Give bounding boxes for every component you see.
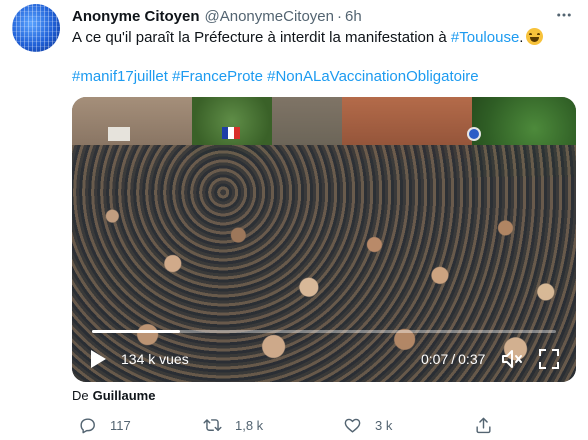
separator-dot: · <box>336 7 342 25</box>
video-time: 0:07/0:37 <box>421 351 485 367</box>
retweet-count: 1,8 k <box>235 418 264 433</box>
hashtag-link[interactable]: #NonALaVaccinationObligatoire <box>267 68 479 85</box>
french-flag <box>222 127 240 139</box>
share-button[interactable] <box>474 416 493 435</box>
hashtag-link[interactable]: #manif17juillet <box>72 68 168 85</box>
video-frame <box>72 97 576 382</box>
avatar[interactable] <box>12 4 60 52</box>
tweet-header: Anonyme Citoyen @AnonymeCitoyen · 6h <box>72 6 362 26</box>
play-icon <box>91 350 106 368</box>
reply-count: 117 <box>110 418 131 433</box>
more-icon <box>557 13 571 17</box>
tweet-text-end: . <box>519 29 524 46</box>
video-progress-fill <box>92 330 181 333</box>
attribution-source-link[interactable]: Guillaume <box>93 388 156 403</box>
hashtag-line: #manif17juillet #FranceProte #NonALaVacc… <box>72 67 479 87</box>
hashtag-link[interactable]: #FranceProte <box>172 68 263 85</box>
volume-button[interactable] <box>500 347 524 371</box>
current-time: 0:07 <box>421 351 449 367</box>
fullscreen-icon <box>539 349 559 369</box>
time-separator: / <box>451 351 456 367</box>
attribution-label: De <box>72 388 89 403</box>
play-button[interactable] <box>88 348 108 370</box>
video-attribution: De Guillaume <box>72 388 155 403</box>
video-controls: 134 k vues 0:07/0:37 <box>72 342 576 378</box>
hashtag-link[interactable]: #Toulouse <box>451 29 519 46</box>
video-player[interactable]: 134 k vues 0:07/0:37 <box>72 97 576 382</box>
view-count: 134 k vues <box>121 351 189 367</box>
like-count: 3 k <box>375 418 393 433</box>
video-progress-bar[interactable] <box>92 330 556 333</box>
fullscreen-button[interactable] <box>538 348 560 370</box>
share-icon <box>476 417 491 434</box>
speaker-muted-icon <box>502 350 522 368</box>
like-button[interactable]: 3 k <box>343 416 392 435</box>
retweet-icon <box>203 419 222 431</box>
reply-button[interactable]: 117 <box>78 416 131 435</box>
timestamp[interactable]: 6h <box>345 8 362 25</box>
grinning-sweat-emoji-icon <box>526 28 544 45</box>
tweet-actions: 117 1,8 k 3 k <box>72 416 576 436</box>
more-options-button[interactable] <box>550 4 578 26</box>
display-name[interactable]: Anonyme Citoyen <box>72 8 200 25</box>
heart-icon <box>344 418 361 433</box>
user-handle[interactable]: @AnonymeCitoyen <box>205 8 334 25</box>
tweet[interactable]: Anonyme Citoyen @AnonymeCitoyen · 6h A c… <box>0 0 588 440</box>
reply-icon <box>80 418 95 434</box>
retweet-button[interactable]: 1,8 k <box>203 416 263 435</box>
tweet-text: A ce qu'il paraît la Préfecture à interd… <box>72 28 544 48</box>
duration: 0:37 <box>458 351 486 367</box>
tweet-text-body: A ce qu'il paraît la Préfecture à interd… <box>72 29 451 46</box>
